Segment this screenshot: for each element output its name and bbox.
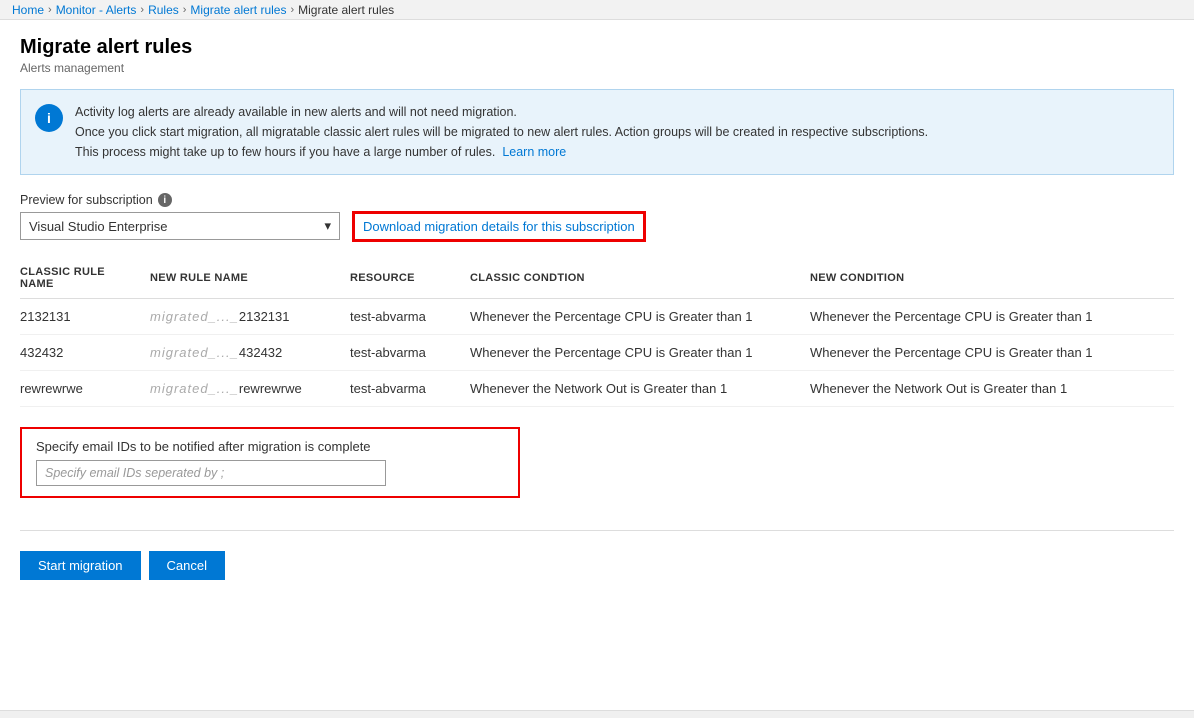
table-header-row: CLASSIC RULE NAME NEW RULE NAME RESOURCE… [20,258,1174,299]
info-icon: i [35,104,63,132]
cell-classic-rule-name: 432432 [20,335,150,371]
table-section: CLASSIC RULE NAME NEW RULE NAME RESOURCE… [20,258,1174,407]
rules-table: CLASSIC RULE NAME NEW RULE NAME RESOURCE… [20,258,1174,407]
cancel-button[interactable]: Cancel [149,551,225,580]
action-buttons: Start migration Cancel [20,543,1174,588]
col-header-classic-rule-name: CLASSIC RULE NAME [20,258,150,299]
cell-new-rule-name: migrated_..._rewrewrwe [150,371,350,407]
cell-new-condition: Whenever the Percentage CPU is Greater t… [810,299,1174,335]
subscription-label-text: Preview for subscription [20,193,153,207]
cell-resource: test-abvarma [350,371,470,407]
breadcrumb-sep-2: › [140,4,144,16]
breadcrumb-current: Migrate alert rules [298,3,394,17]
start-migration-button[interactable]: Start migration [20,551,141,580]
cell-classic-rule-name: rewrewrwe [20,371,150,407]
breadcrumb-home[interactable]: Home [12,3,44,17]
breadcrumb-monitor-alerts[interactable]: Monitor - Alerts [56,3,137,17]
email-input[interactable] [36,460,386,486]
breadcrumb-sep-4: › [290,4,294,16]
table-row: 2132131migrated_..._2132131test-abvarmaW… [20,299,1174,335]
subscription-label: Preview for subscription i [20,193,1174,207]
info-line1: Activity log alerts are already availabl… [75,105,517,119]
cell-new-condition: Whenever the Percentage CPU is Greater t… [810,335,1174,371]
table-row: rewrewrwemigrated_..._rewrewrwetest-abva… [20,371,1174,407]
breadcrumb-rules[interactable]: Rules [148,3,179,17]
email-section: Specify email IDs to be notified after m… [20,427,520,498]
new-rule-suffix: 432432 [239,345,282,360]
cell-resource: test-abvarma [350,335,470,371]
breadcrumb-sep-1: › [48,4,52,16]
page-subtitle: Alerts management [20,61,1174,75]
new-rule-suffix: rewrewrwe [239,381,302,396]
subscription-selected: Visual Studio Enterprise [29,219,168,234]
dropdown-arrow-icon: ▾ [324,218,331,234]
info-line2: Once you click start migration, all migr… [75,125,928,139]
cell-classic-rule-name: 2132131 [20,299,150,335]
cell-new-rule-name: migrated_..._2132131 [150,299,350,335]
subscription-info-icon: i [158,193,172,207]
info-banner-text: Activity log alerts are already availabl… [75,102,928,162]
new-rule-suffix: 2132131 [239,309,290,324]
download-migration-link[interactable]: Download migration details for this subs… [354,213,644,240]
info-line3: This process might take up to few hours … [75,145,495,159]
subscription-dropdown[interactable]: Visual Studio Enterprise ▾ [20,212,340,240]
subscription-section: Preview for subscription i Visual Studio… [20,193,1174,240]
email-label: Specify email IDs to be notified after m… [36,439,504,454]
col-header-resource: RESOURCE [350,258,470,299]
scrollbar-bottom [0,710,1194,718]
breadcrumb: Home › Monitor - Alerts › Rules › Migrat… [12,3,394,17]
col-header-new-condition: NEW CONDITION [810,258,1174,299]
learn-more-link[interactable]: Learn more [502,145,566,159]
table-row: 432432migrated_..._432432test-abvarmaWhe… [20,335,1174,371]
col-header-classic-condition: CLASSIC CONDTION [470,258,810,299]
top-bar: Home › Monitor - Alerts › Rules › Migrat… [0,0,1194,20]
subscription-row: Visual Studio Enterprise ▾ Download migr… [20,212,1174,240]
cell-resource: test-abvarma [350,299,470,335]
breadcrumb-migrate-alert-rules-link[interactable]: Migrate alert rules [190,3,286,17]
breadcrumb-sep-3: › [183,4,187,16]
blurred-prefix: migrated_..._ [150,309,239,324]
footer-divider [20,530,1174,531]
info-banner: i Activity log alerts are already availa… [20,89,1174,175]
col-header-new-rule-name: NEW RULE NAME [150,258,350,299]
cell-classic-condition: Whenever the Percentage CPU is Greater t… [470,299,810,335]
cell-new-rule-name: migrated_..._432432 [150,335,350,371]
cell-new-condition: Whenever the Network Out is Greater than… [810,371,1174,407]
page-title: Migrate alert rules [20,36,1174,59]
cell-classic-condition: Whenever the Percentage CPU is Greater t… [470,335,810,371]
cell-classic-condition: Whenever the Network Out is Greater than… [470,371,810,407]
blurred-prefix: migrated_..._ [150,381,239,396]
main-content: Migrate alert rules Alerts management i … [0,20,1194,604]
blurred-prefix: migrated_..._ [150,345,239,360]
